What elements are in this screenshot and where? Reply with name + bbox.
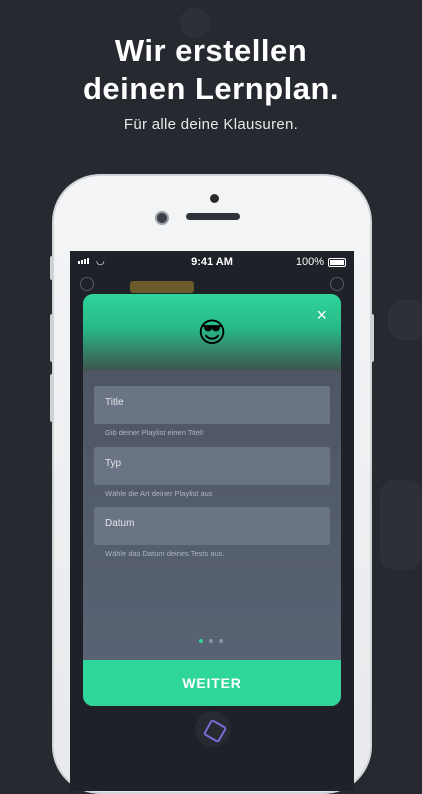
earpiece-speaker: [186, 213, 240, 220]
title-field[interactable]: Title: [94, 386, 330, 424]
app-tab[interactable]: [130, 281, 194, 293]
phone-frame: ◡ 9:41 AM 100% 😎 × Title Gib deiner Play…: [50, 174, 374, 794]
headline-line-1: Wir erstellen: [114, 33, 308, 68]
pagination-dot[interactable]: [209, 639, 213, 643]
app-bar-right-icon[interactable]: [330, 277, 344, 291]
background-shape: [380, 480, 422, 570]
status-bar: ◡ 9:41 AM 100%: [70, 251, 354, 273]
continue-button[interactable]: WEITER: [83, 660, 341, 706]
battery-percentage: 100%: [295, 256, 324, 268]
subline: Für alle deine Klausuren.: [123, 116, 299, 133]
date-field-label: Datum: [105, 518, 135, 529]
create-playlist-modal: 😎 × Title Gib deiner Playlist einen Tite…: [83, 294, 341, 706]
pagination-dots: [199, 639, 223, 643]
type-field-hint: Wähle die Art deiner Playlist aus: [105, 489, 213, 498]
pagination-dot[interactable]: [219, 639, 223, 643]
title-field-hint: Gib deiner Playlist einen Titel!: [105, 428, 204, 437]
date-field[interactable]: Datum: [94, 507, 330, 545]
title-field-label: Title: [105, 397, 124, 408]
background-shape: [388, 300, 422, 340]
phone-side-button: [370, 314, 374, 362]
close-icon[interactable]: ×: [316, 306, 327, 324]
phone-screen: ◡ 9:41 AM 100% 😎 × Title Gib deiner Play…: [70, 251, 354, 791]
headline: Wir erstellen deinen Lernplan.: [0, 32, 422, 108]
sunglasses-emoji-icon: 😎: [197, 317, 227, 348]
headline-line-2: deinen Lernplan.: [82, 71, 340, 106]
front-camera: [155, 211, 169, 225]
app-bar: [70, 273, 354, 293]
phone-side-button: [50, 374, 54, 422]
phone-side-button: [50, 314, 54, 362]
modal-header: 😎 ×: [83, 294, 341, 370]
hexagon-logo-icon[interactable]: [195, 711, 231, 747]
phone-side-button: [50, 256, 54, 280]
pagination-dot[interactable]: [199, 639, 203, 643]
battery-icon: [328, 258, 346, 267]
app-bar-left-icon[interactable]: [80, 277, 94, 291]
date-field-hint: Wähle das Datum deines Tests aus.: [105, 549, 225, 558]
type-field[interactable]: Typ: [94, 447, 330, 485]
phone-camera-dot: [210, 194, 219, 203]
type-field-label: Typ: [105, 458, 122, 469]
